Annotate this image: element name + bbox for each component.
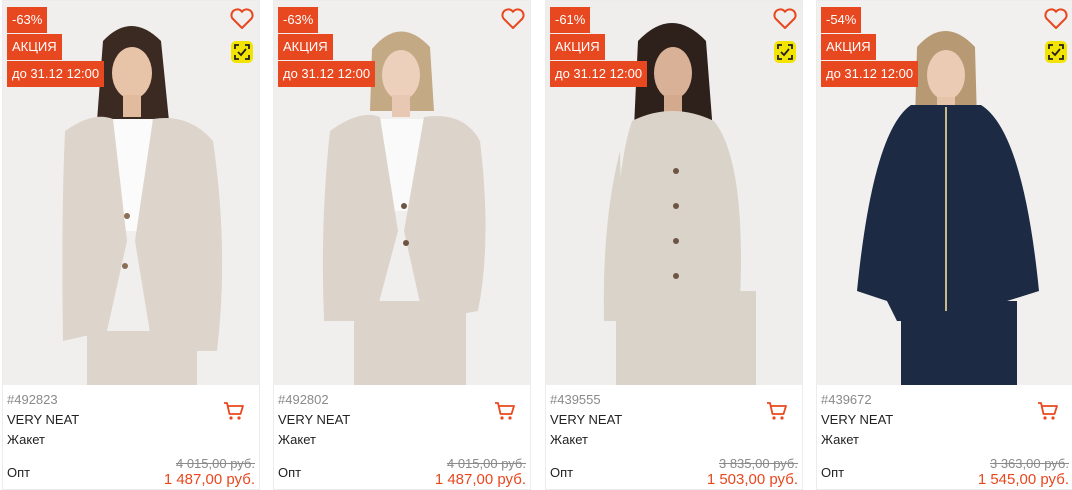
product-sku: #439672 xyxy=(821,392,872,407)
product-brand[interactable]: VERY NEAT xyxy=(278,412,350,427)
deadline-badge: до 31.12 12:00 xyxy=(821,61,919,87)
cart-icon[interactable] xyxy=(223,401,245,421)
price-label: Опт xyxy=(550,465,574,480)
old-price: 3 835,00 руб. xyxy=(718,456,798,471)
compare-icon[interactable] xyxy=(231,41,253,63)
heart-icon[interactable] xyxy=(772,7,798,31)
deadline-badge: до 31.12 12:00 xyxy=(278,61,376,87)
discount-badge: -54% xyxy=(821,7,862,33)
product-card[interactable]: -61% АКЦИЯ до 31.12 12:00 #439555 VERY N… xyxy=(545,0,803,490)
compare-icon[interactable] xyxy=(1045,41,1067,63)
cart-icon[interactable] xyxy=(494,401,516,421)
product-info: #439672 VERY NEAT Жакет Опт 3 363,00 руб… xyxy=(817,385,1072,489)
promo-badge: АКЦИЯ xyxy=(7,34,62,60)
product-sku: #492802 xyxy=(278,392,329,407)
promo-badges: -54% АКЦИЯ до 31.12 12:00 xyxy=(821,7,919,88)
price-label: Опт xyxy=(821,465,845,480)
discount-badge: -63% xyxy=(278,7,319,33)
product-sku: #492823 xyxy=(7,392,58,407)
product-card[interactable]: -63% АКЦИЯ до 31.12 12:00 #492802 VERY N… xyxy=(273,0,531,490)
promo-badges: -61% АКЦИЯ до 31.12 12:00 xyxy=(550,7,648,88)
product-sku: #439555 xyxy=(550,392,601,407)
compare-icon[interactable] xyxy=(774,41,796,63)
old-price: 4 015,00 руб. xyxy=(175,456,255,471)
product-info: #439555 VERY NEAT Жакет Опт 3 835,00 руб… xyxy=(546,385,802,489)
promo-badge: АКЦИЯ xyxy=(278,34,333,60)
product-brand[interactable]: VERY NEAT xyxy=(821,412,893,427)
product-card[interactable]: -54% АКЦИЯ до 31.12 12:00 #439672 VERY N… xyxy=(816,0,1072,490)
product-info: #492802 VERY NEAT Жакет Опт 4 015,00 руб… xyxy=(274,385,530,489)
current-price: 1 503,00 руб. xyxy=(706,471,798,488)
promo-badge: АКЦИЯ xyxy=(550,34,605,60)
product-card[interactable]: -63% АКЦИЯ до 31.12 12:00 #492823 VERY N… xyxy=(2,0,260,490)
current-price: 1 545,00 руб. xyxy=(977,471,1069,488)
current-price: 1 487,00 руб. xyxy=(434,471,526,488)
promo-badge: АКЦИЯ xyxy=(821,34,876,60)
cart-icon[interactable] xyxy=(766,401,788,421)
old-price: 4 015,00 руб. xyxy=(446,456,526,471)
product-info: #492823 VERY NEAT Жакет Опт 4 015,00 руб… xyxy=(3,385,259,489)
product-brand[interactable]: VERY NEAT xyxy=(550,412,622,427)
old-price: 3 363,00 руб. xyxy=(989,456,1069,471)
promo-badges: -63% АКЦИЯ до 31.12 12:00 xyxy=(278,7,376,88)
price-label: Опт xyxy=(7,465,31,480)
product-brand[interactable]: VERY NEAT xyxy=(7,412,79,427)
discount-badge: -63% xyxy=(7,7,48,33)
cart-icon[interactable] xyxy=(1037,401,1059,421)
product-type[interactable]: Жакет xyxy=(7,432,45,447)
product-type[interactable]: Жакет xyxy=(821,432,859,447)
discount-badge: -61% xyxy=(550,7,591,33)
heart-icon[interactable] xyxy=(500,7,526,31)
deadline-badge: до 31.12 12:00 xyxy=(550,61,648,87)
product-type[interactable]: Жакет xyxy=(278,432,316,447)
current-price: 1 487,00 руб. xyxy=(163,471,255,488)
product-type[interactable]: Жакет xyxy=(550,432,588,447)
promo-badges: -63% АКЦИЯ до 31.12 12:00 xyxy=(7,7,105,88)
price-label: Опт xyxy=(278,465,302,480)
deadline-badge: до 31.12 12:00 xyxy=(7,61,105,87)
heart-icon[interactable] xyxy=(1043,7,1069,31)
heart-icon[interactable] xyxy=(229,7,255,31)
product-grid: -63% АКЦИЯ до 31.12 12:00 #492823 VERY N… xyxy=(0,0,1072,490)
